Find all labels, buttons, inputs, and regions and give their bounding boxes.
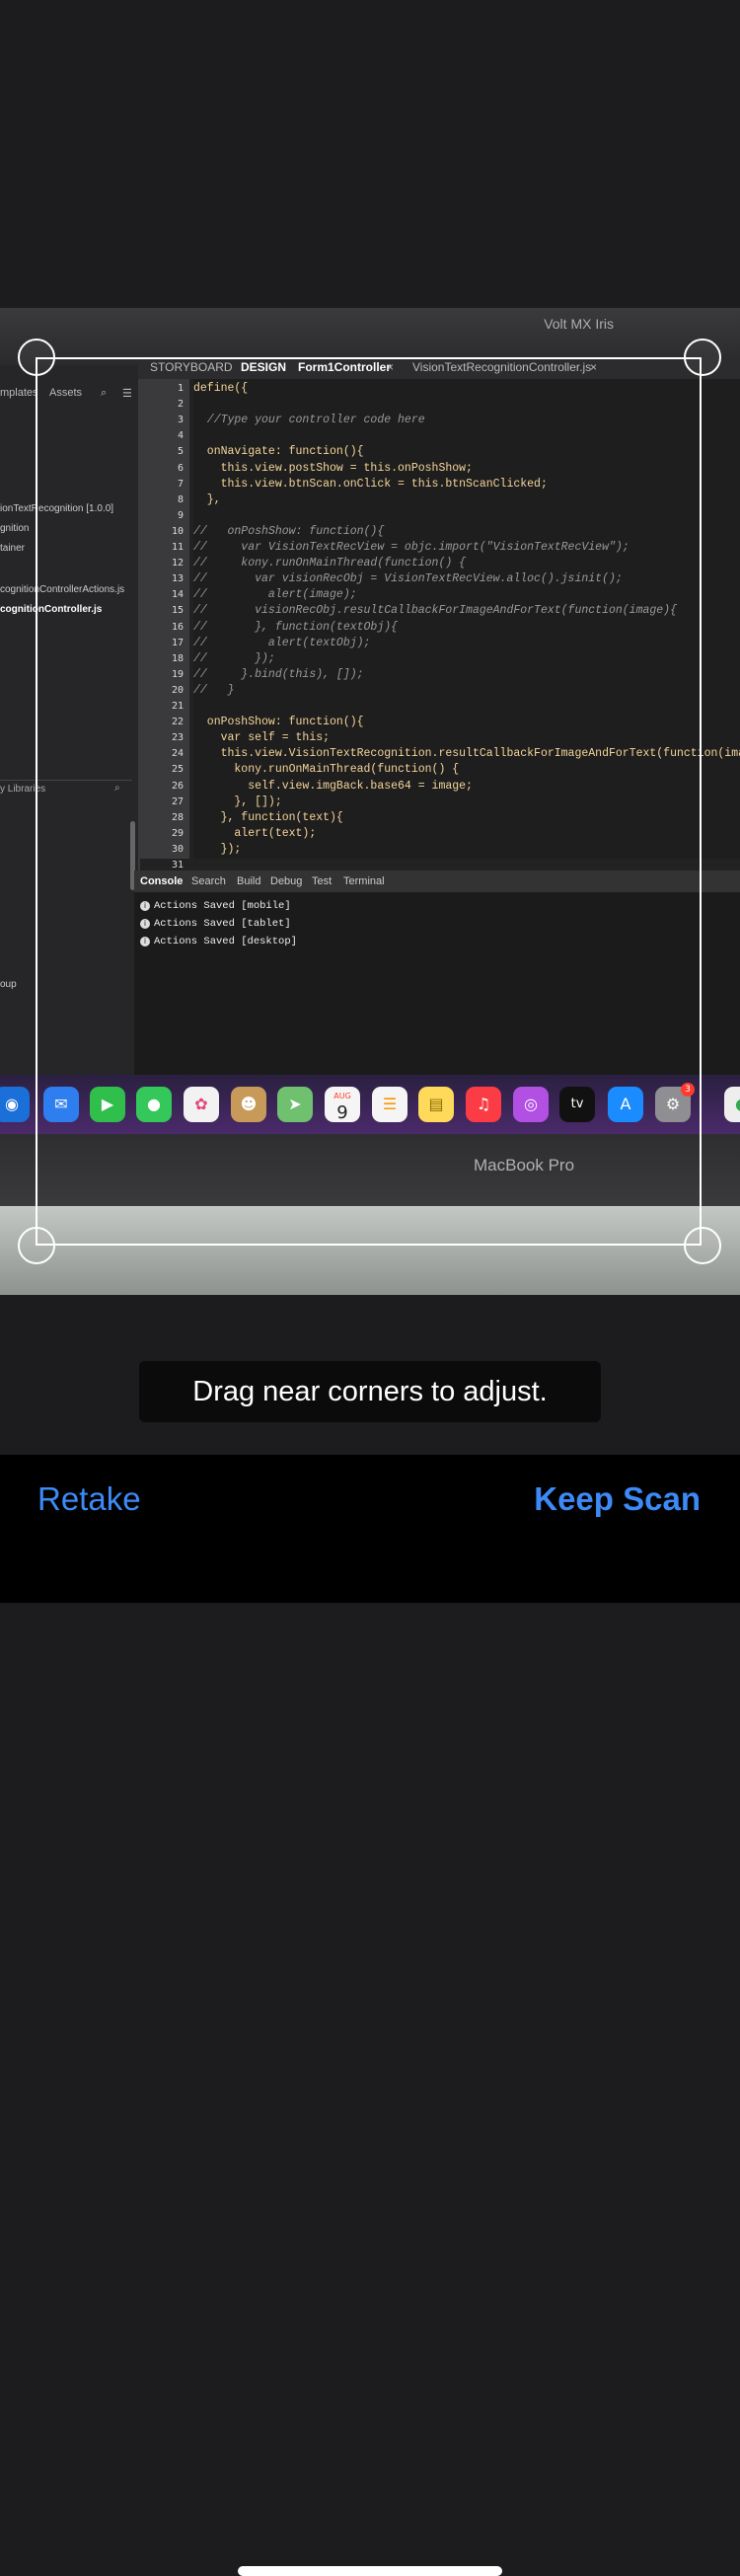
crop-frame[interactable] bbox=[36, 357, 702, 1246]
tree-item: gnition bbox=[0, 523, 30, 534]
sidebar-tab-templates: mplates bbox=[0, 387, 38, 399]
crop-handle-top-left[interactable] bbox=[18, 339, 55, 376]
scan-toolbar: Retake Keep Scan bbox=[0, 1455, 740, 2576]
tree-item: oup bbox=[0, 979, 17, 990]
crop-handle-bottom-left[interactable] bbox=[18, 1227, 55, 1264]
adjust-hint: Drag near corners to adjust. bbox=[139, 1361, 601, 1422]
home-indicator bbox=[238, 2566, 502, 2576]
tree-item: tainer bbox=[0, 543, 26, 554]
safari-icon: ◉ bbox=[0, 1087, 30, 1122]
crop-handle-bottom-right[interactable] bbox=[684, 1227, 721, 1264]
app-title: Volt MX Iris bbox=[544, 316, 614, 332]
crop-handle-top-right[interactable] bbox=[684, 339, 721, 376]
chrome-icon: ◐ bbox=[724, 1087, 740, 1122]
keep-scan-button[interactable]: Keep Scan bbox=[534, 1480, 701, 1518]
retake-button[interactable]: Retake bbox=[37, 1480, 141, 1518]
